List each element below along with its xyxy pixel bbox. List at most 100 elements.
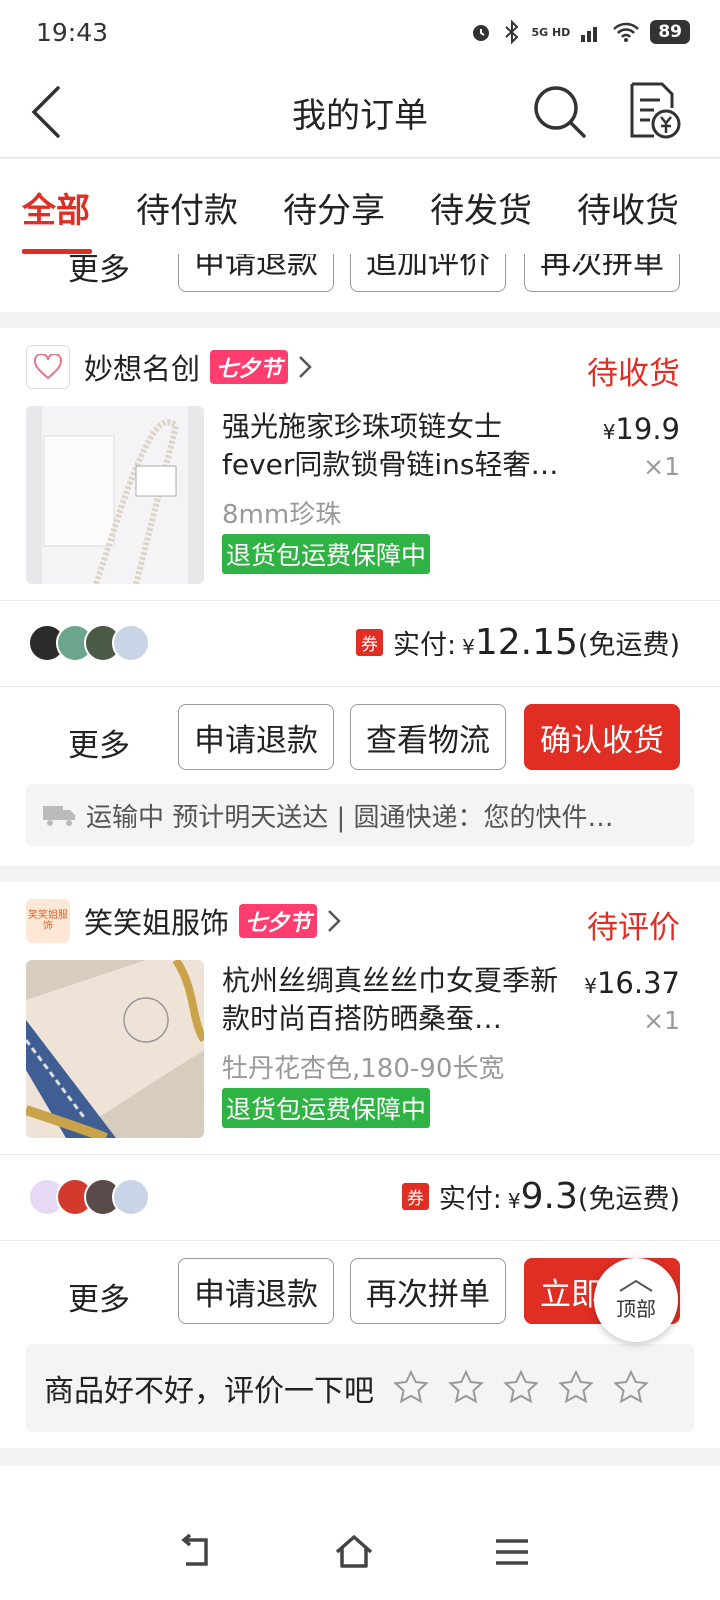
currency-symbol: ¥ [602, 420, 616, 444]
divider [0, 1240, 720, 1241]
battery-indicator: 89 [650, 20, 690, 44]
track-logistics-button[interactable]: 查看物流 [350, 704, 506, 770]
chevron-right-icon [299, 356, 312, 378]
page-title: 我的订单 [292, 96, 428, 136]
logistics-text: 运输中 预计明天送达 | 圆通快递：您的快件… [86, 802, 614, 833]
divider [0, 1154, 720, 1155]
star-icon[interactable] [447, 1369, 485, 1407]
bluetooth-icon [505, 20, 519, 44]
star-icon[interactable] [502, 1369, 540, 1407]
wifi-icon [613, 22, 640, 42]
paid-amount: 券 实付: ¥ 12.15 (免运费) [356, 622, 680, 663]
shipping-note: (免运费) [577, 1184, 680, 1215]
shop-logo: 笑笑姐服饰 [26, 899, 70, 943]
order-card: 妙想名创 七夕节 待收货 强光施家珍珠项链女士fever同款锁骨链ins轻奢… … [0, 328, 720, 866]
currency-symbol: ¥ [584, 974, 597, 998]
currency-symbol: ¥ [507, 1189, 521, 1213]
paid-value: 9.3 [520, 1176, 578, 1217]
paid-amount: 券 实付: ¥ 9.3 (免运费) [401, 1176, 680, 1217]
shop-header[interactable]: 笑笑姐服饰 笑笑姐服饰 七夕节 [26, 899, 343, 943]
order-card [0, 1466, 720, 1504]
divider [0, 600, 720, 601]
refund-button[interactable]: 申请退款 [178, 254, 334, 292]
tab-pending-payment[interactable]: 待付款 [136, 183, 238, 232]
add-review-button[interactable]: 追加评价 [350, 254, 506, 292]
product-image[interactable] [26, 406, 204, 584]
group-avatars [28, 624, 150, 662]
reorder-button[interactable]: 再次拼单 [524, 254, 680, 292]
system-nav-bar [0, 1504, 720, 1600]
product-quantity: ×1 [643, 1006, 680, 1035]
logistics-info[interactable]: 运输中 预计明天送达 | 圆通快递：您的快件… [26, 784, 694, 846]
search-icon[interactable] [530, 82, 588, 140]
coupon-badge: 券 [401, 1183, 429, 1210]
tab-pending-receipt[interactable]: 待收货 [577, 183, 679, 232]
bill-icon[interactable] [626, 80, 682, 140]
previous-order-actions: 更多 申请退款 追加评价 再次拼单 [0, 254, 720, 312]
product-image[interactable] [26, 960, 204, 1138]
back-to-top-button[interactable]: 顶部 [594, 1258, 678, 1342]
shop-header[interactable]: 妙想名创 七夕节 [26, 345, 314, 389]
status-time: 19:43 [36, 18, 109, 47]
signal-icon [581, 27, 598, 42]
return-guarantee-badge: 退货包运费保障中 [222, 1088, 431, 1128]
status-bar: 19:43 5G HD 89 [0, 0, 720, 66]
star-icon[interactable] [557, 1369, 595, 1407]
avatar [112, 1178, 150, 1216]
paid-value: 12.15 [474, 622, 578, 663]
refund-button[interactable]: 申请退款 [178, 1258, 334, 1324]
star-icon[interactable] [612, 1369, 650, 1407]
order-status: 待评价 [587, 910, 680, 946]
top-bar: 我的订单 [0, 66, 720, 158]
back-to-top-label: 顶部 [616, 1296, 656, 1321]
network-label: 5G HD [531, 25, 571, 39]
alarm-icon [473, 25, 490, 41]
avatar [112, 624, 150, 662]
review-prompt-text: 商品好不好，评价一下吧 [44, 1374, 374, 1409]
order-card: 笑笑姐服饰 笑笑姐服饰 七夕节 待评价 杭州丝绸真丝丝巾女夏季新款时尚百搭防晒桑… [0, 882, 720, 1448]
divider [0, 686, 720, 687]
confirm-receipt-button[interactable]: 确认收货 [524, 704, 680, 770]
review-prompt: 商品好不好，评价一下吧 [26, 1344, 694, 1432]
currency-symbol: ¥ [462, 635, 475, 659]
more-button[interactable]: 更多 [68, 720, 130, 765]
shop-name: 笑笑姐服饰 [84, 906, 230, 940]
festival-badge: 七夕节 [239, 904, 318, 938]
back-nav-icon[interactable] [178, 1532, 218, 1572]
product-spec: 牡丹花杏色,180-90长宽 [222, 1054, 505, 1084]
star-rating[interactable] [392, 1369, 650, 1407]
home-nav-icon[interactable] [334, 1532, 374, 1572]
shipping-note: (免运费) [577, 630, 680, 661]
chevron-right-icon [328, 910, 341, 932]
group-avatars [28, 1178, 150, 1216]
chevron-up-icon [619, 1279, 653, 1292]
tab-pending-shipment[interactable]: 待发货 [430, 183, 532, 232]
status-icons: 5G HD 89 [469, 20, 690, 44]
order-tabs: 全部 待付款 待分享 待发货 待收货 [0, 159, 720, 254]
product-price: ¥16.37 [584, 966, 680, 1000]
star-icon[interactable] [392, 1369, 430, 1407]
coupon-badge: 券 [356, 629, 384, 656]
refund-button[interactable]: 申请退款 [178, 704, 334, 770]
more-button[interactable]: 更多 [68, 1274, 130, 1319]
truck-icon [43, 806, 75, 826]
tab-pending-share[interactable]: 待分享 [283, 183, 385, 232]
paid-label: 实付: [393, 630, 457, 661]
return-guarantee-badge: 退货包运费保障中 [222, 534, 431, 574]
shop-name: 妙想名创 [84, 352, 201, 386]
heart-logo-icon [34, 354, 62, 380]
price-value: 16.37 [596, 966, 680, 1000]
menu-nav-icon[interactable] [492, 1532, 532, 1572]
order-status: 待收货 [587, 356, 680, 392]
product-title[interactable]: 杭州丝绸真丝丝巾女夏季新款时尚百搭防晒桑蚕… [222, 962, 572, 1038]
more-button[interactable]: 更多 [68, 254, 130, 289]
reorder-button[interactable]: 再次拼单 [350, 1258, 506, 1324]
tab-all[interactable]: 全部 [22, 183, 90, 232]
price-value: 19.9 [615, 412, 680, 446]
product-quantity: ×1 [643, 452, 680, 481]
product-price: ¥19.9 [603, 412, 680, 446]
product-title[interactable]: 强光施家珍珠项链女士fever同款锁骨链ins轻奢… [222, 408, 572, 484]
paid-label: 实付: [438, 1184, 502, 1215]
product-spec: 8mm珍珠 [222, 500, 342, 530]
festival-badge: 七夕节 [210, 350, 289, 384]
